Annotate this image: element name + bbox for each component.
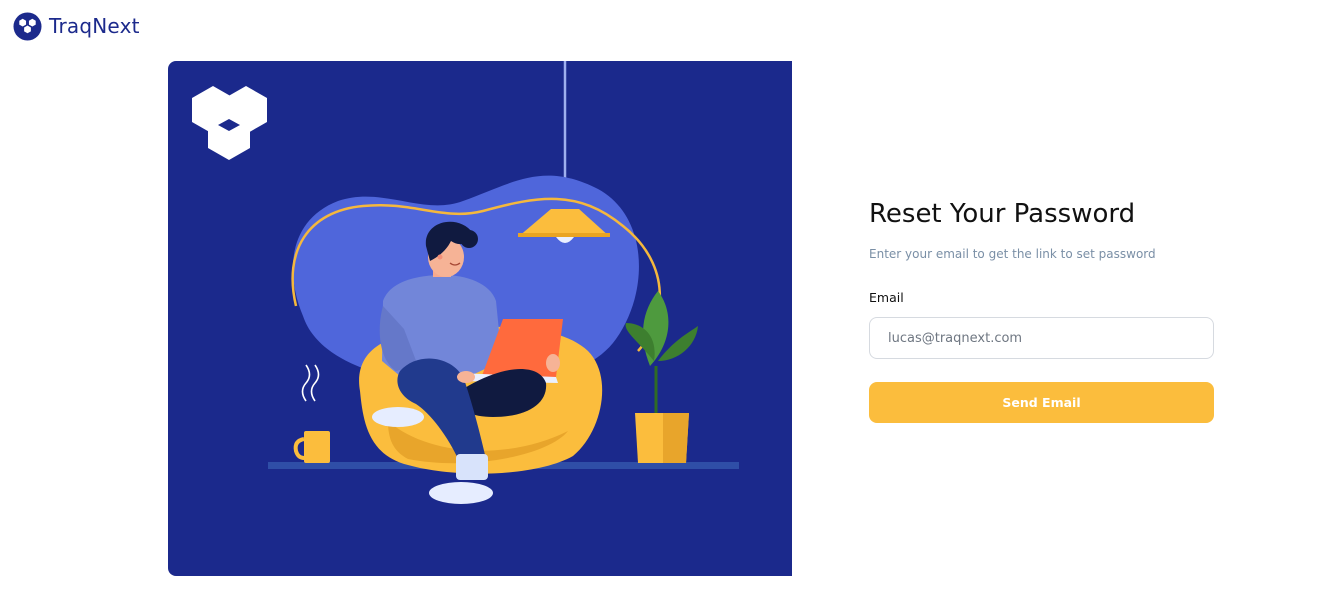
email-label: Email	[869, 290, 904, 305]
email-input[interactable]	[869, 317, 1214, 359]
hero-illustration-panel	[168, 61, 792, 576]
traqnext-logo-icon	[13, 11, 42, 41]
hexagon-logo-icon	[192, 86, 267, 160]
person-laptop-illustration	[192, 61, 739, 504]
page-title: Reset Your Password	[869, 199, 1136, 229]
brand-logo[interactable]: TraqNext	[13, 11, 140, 41]
brand-name: TraqNext	[49, 14, 140, 38]
send-email-button[interactable]: Send Email	[869, 382, 1214, 423]
page-subtitle: Enter your email to get the link to set …	[869, 247, 1156, 261]
reset-password-form: Reset Your Password Enter your email to …	[869, 196, 1214, 423]
